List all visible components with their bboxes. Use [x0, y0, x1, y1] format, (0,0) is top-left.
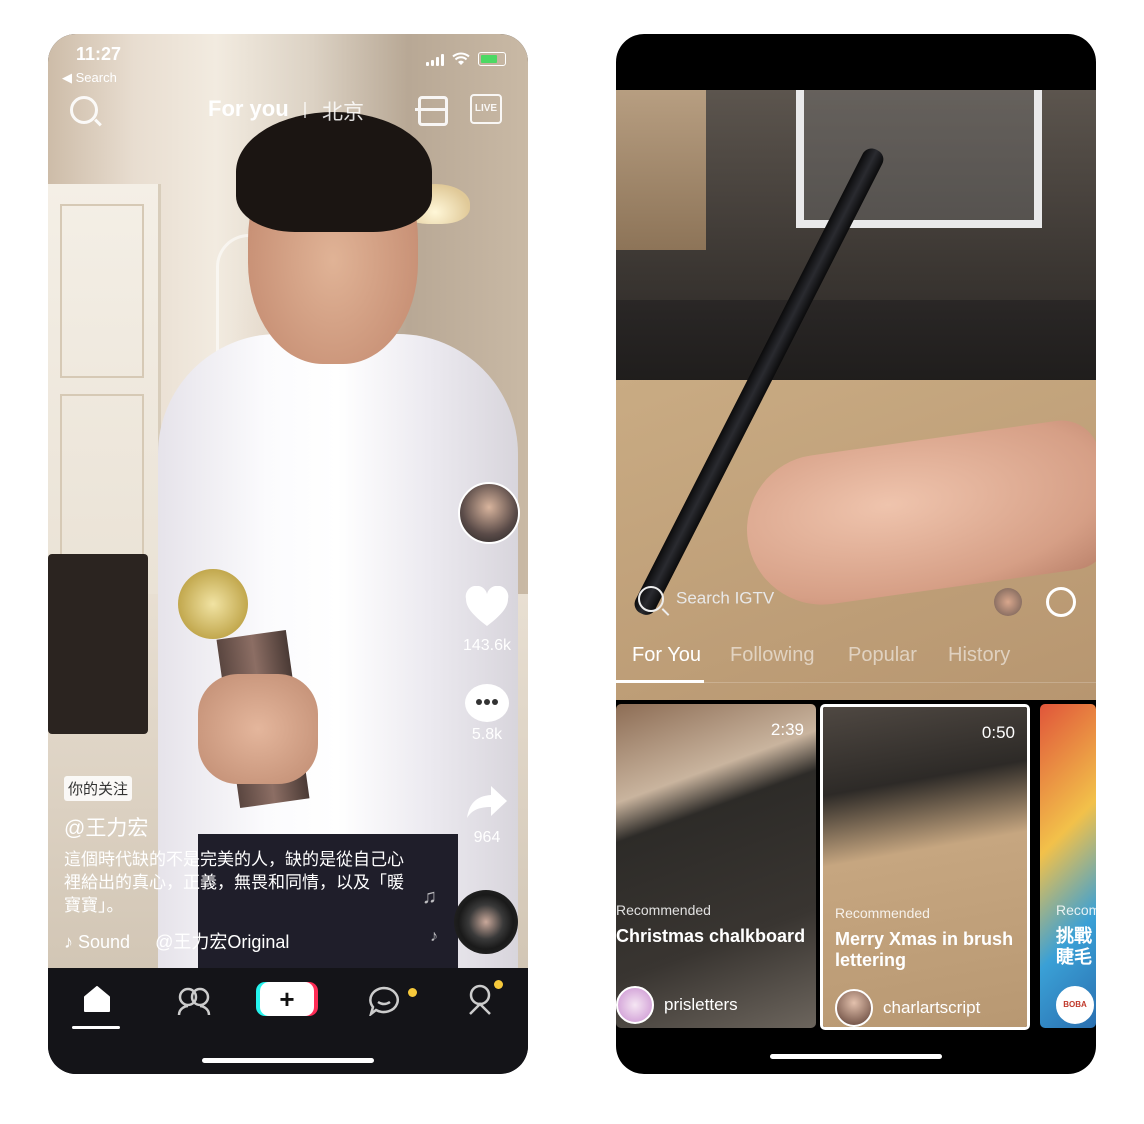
- signal-icon: [426, 54, 444, 66]
- inbox-notification-dot: [408, 988, 417, 997]
- igtv-tabs: For You Following Popular History: [632, 644, 1096, 684]
- home-active-indicator: [72, 1026, 120, 1029]
- create-icon[interactable]: +: [260, 982, 314, 1016]
- recommended-label: Recommended: [616, 902, 711, 918]
- like-count: 143.6k: [462, 637, 512, 654]
- card-thumbnail: [616, 704, 816, 1028]
- channel-name: prisletters: [664, 995, 738, 1014]
- video-duration: 0:50: [981, 723, 1015, 742]
- tiktok-phone: 11:27 ◀ Search For you 北京 LIVE 143.6k 5.…: [48, 34, 528, 1074]
- background-frame: [796, 90, 1042, 228]
- video-caption: 這個時代缺的不是完美的人，缺的是從自己心裡給出的真心，正義，無畏和同情，以及「暖…: [64, 850, 404, 915]
- tab-following[interactable]: Following: [730, 644, 814, 667]
- creator-avatar[interactable]: [458, 482, 520, 544]
- channel-row[interactable]: BOBA: [1056, 986, 1094, 1024]
- search-icon[interactable]: [70, 96, 98, 124]
- channel-name: charlartscript: [883, 998, 981, 1017]
- search-placeholder: Search IGTV: [676, 588, 775, 608]
- table-surface: [616, 300, 1096, 390]
- sound-label: Sound: [78, 932, 131, 952]
- top-nav: For you 北京 LIVE: [48, 92, 528, 132]
- music-note-icon: ♫: [422, 886, 437, 908]
- video-title: Merry Xmas in brush lettering: [835, 929, 1014, 970]
- tab-popular[interactable]: Popular: [848, 644, 917, 667]
- igtv-phone: Search IGTV For You Following Popular Hi…: [616, 34, 1096, 1074]
- home-icon[interactable]: [84, 986, 110, 1012]
- comment-count: 5.8k: [471, 726, 503, 743]
- home-indicator: [770, 1054, 942, 1059]
- share-count: 964: [473, 829, 501, 846]
- tab-divider: [304, 102, 306, 118]
- comment-action[interactable]: 5.8k: [456, 684, 518, 744]
- tab-for-you[interactable]: For You: [632, 644, 701, 667]
- recommended-label: Recom: [1056, 902, 1096, 918]
- live-icon[interactable]: LIVE: [470, 94, 502, 124]
- wifi-icon: [452, 52, 470, 65]
- tab-for-you[interactable]: For you: [208, 96, 289, 122]
- igtv-search[interactable]: Search IGTV: [638, 586, 774, 612]
- video-card-selected[interactable]: 0:50 Recommended Merry Xmas in brush let…: [820, 704, 1030, 1030]
- share-action[interactable]: 964: [456, 784, 518, 847]
- status-time: 11:27: [76, 44, 122, 64]
- recommended-label: Recommended: [835, 905, 930, 921]
- search-icon: [638, 586, 664, 612]
- card-thumbnail: [1040, 704, 1096, 1028]
- creator-username[interactable]: @王力宏: [64, 812, 148, 842]
- channel-row[interactable]: charlartscript: [835, 989, 980, 1027]
- active-tab-underline: [616, 680, 704, 683]
- door-panel: [60, 204, 144, 378]
- tab-history[interactable]: History: [948, 644, 1010, 667]
- video-title: Christmas chalkboard: [616, 926, 806, 946]
- video-title: 挑戰 睫毛: [1056, 926, 1092, 967]
- video-card[interactable]: Recom 挑戰 睫毛 BOBA: [1040, 704, 1096, 1028]
- tab-city[interactable]: 北京: [322, 96, 364, 126]
- tiktok-note-icon: ♪: [64, 932, 73, 952]
- heart-icon: [465, 585, 509, 626]
- status-icons: [426, 52, 506, 66]
- back-to-search-link[interactable]: ◀ Search: [62, 70, 117, 86]
- comment-icon: [465, 684, 509, 722]
- channel-row[interactable]: prisletters: [616, 986, 738, 1024]
- share-arrow-icon: [467, 786, 507, 818]
- sound-row[interactable]: ♪ Sound @王力宏Original: [64, 928, 289, 954]
- channel-avatar: [835, 989, 873, 1027]
- gear-icon[interactable]: [1046, 587, 1076, 617]
- home-indicator: [202, 1058, 374, 1063]
- channel-avatar: [616, 986, 654, 1024]
- music-note-icon: ♪: [430, 928, 438, 945]
- status-bar: 11:27 ◀ Search: [48, 34, 528, 86]
- video-duration: 2:39: [770, 720, 804, 739]
- sound-track: @王力宏Original: [155, 932, 290, 952]
- profile-avatar[interactable]: [994, 588, 1022, 616]
- friends-icon[interactable]: [176, 986, 212, 1016]
- channel-avatar: BOBA: [1056, 986, 1094, 1024]
- inbox-icon[interactable]: [368, 986, 400, 1016]
- background-cup: [616, 90, 706, 250]
- profile-notification-dot: [494, 980, 503, 989]
- music-disc-icon[interactable]: [454, 890, 518, 954]
- card-thumbnail: [823, 707, 1027, 1027]
- like-action[interactable]: 143.6k: [456, 585, 518, 655]
- dark-cabinet: [48, 554, 148, 734]
- trophy: [178, 569, 248, 639]
- profile-icon[interactable]: [466, 984, 494, 1016]
- video-card[interactable]: 2:39 Recommended Christmas chalkboard pr…: [616, 704, 816, 1028]
- scan-icon[interactable]: [415, 96, 448, 126]
- battery-icon: [478, 52, 506, 66]
- bottom-tab-bar: +: [48, 968, 528, 1074]
- following-badge: 你的关注: [64, 776, 133, 801]
- person-hands: [198, 674, 318, 784]
